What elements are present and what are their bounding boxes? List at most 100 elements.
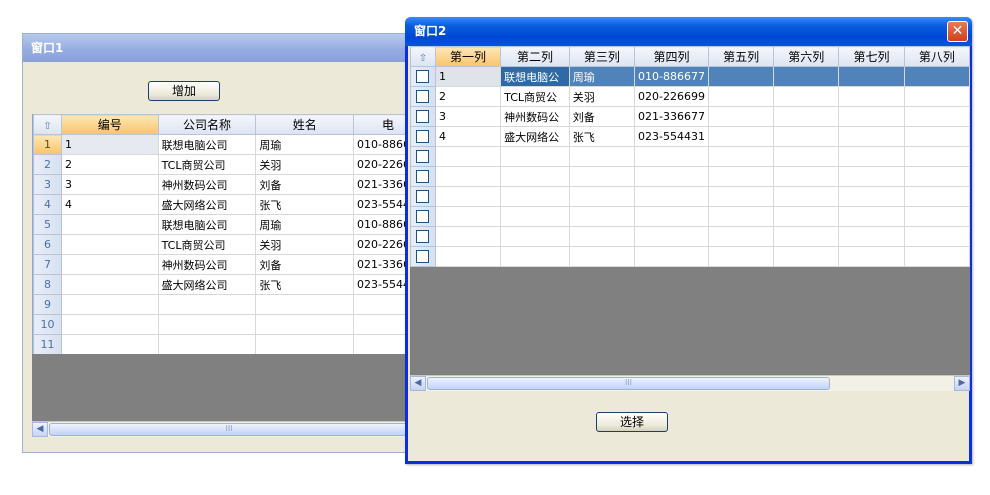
- table-cell[interactable]: [773, 246, 840, 267]
- table-cell[interactable]: 关羽: [255, 234, 355, 255]
- table-cell[interactable]: [633, 226, 709, 247]
- table-cell[interactable]: [838, 86, 905, 107]
- row-checkbox[interactable]: [410, 126, 436, 147]
- table-row[interactable]: [410, 186, 970, 207]
- table-cell[interactable]: [838, 206, 905, 227]
- checkbox-icon[interactable]: [416, 130, 430, 144]
- table-row[interactable]: 2 2 TCL商贸公司 关羽 020-2266: [33, 154, 423, 175]
- row-header[interactable]: 8: [33, 274, 62, 295]
- column-header-name[interactable]: 姓名: [255, 114, 355, 135]
- table-cell[interactable]: [568, 206, 635, 227]
- table-row[interactable]: 7 神州数码公司 刘备 021-3366: [33, 254, 423, 275]
- table-row[interactable]: [410, 246, 970, 267]
- grid-corner-sort-icon[interactable]: ⇧: [33, 114, 62, 135]
- table-cell[interactable]: 3: [434, 106, 502, 127]
- table-cell[interactable]: [255, 334, 355, 354]
- window-1-title[interactable]: 窗口1: [23, 34, 421, 62]
- column-header[interactable]: 第七列: [838, 46, 905, 67]
- column-header[interactable]: 第六列: [773, 46, 840, 67]
- table-cell[interactable]: 023-554431: [633, 126, 709, 147]
- table-cell[interactable]: 刘备: [255, 254, 355, 275]
- table-cell[interactable]: [157, 314, 257, 335]
- table-cell[interactable]: 周瑜: [255, 134, 355, 155]
- table-cell[interactable]: [903, 186, 970, 207]
- table-cell[interactable]: [568, 226, 635, 247]
- table-cell[interactable]: 张飞: [255, 274, 355, 295]
- scroll-left-icon[interactable]: ◀: [32, 422, 48, 437]
- window-2-title[interactable]: 窗口2 ✕: [405, 17, 972, 46]
- table-row[interactable]: 5 联想电脑公司 周瑜 010-8866: [33, 214, 423, 235]
- table-cell[interactable]: [434, 186, 502, 207]
- table-cell[interactable]: [773, 186, 840, 207]
- table-cell[interactable]: [773, 166, 840, 187]
- table-cell[interactable]: [838, 186, 905, 207]
- table-cell[interactable]: [500, 246, 570, 267]
- row-checkbox[interactable]: [410, 206, 436, 227]
- table-cell[interactable]: [773, 86, 840, 107]
- table-cell[interactable]: [838, 66, 905, 87]
- table-cell[interactable]: [838, 246, 905, 267]
- table-row[interactable]: 9: [33, 294, 423, 315]
- table-cell[interactable]: [838, 106, 905, 127]
- table-cell[interactable]: [633, 186, 709, 207]
- table-cell[interactable]: [500, 146, 570, 167]
- table-cell[interactable]: [568, 186, 635, 207]
- row-header[interactable]: 11: [33, 334, 62, 354]
- table-cell[interactable]: [707, 86, 775, 107]
- table-cell[interactable]: 刘备: [568, 106, 635, 127]
- table-cell[interactable]: 关羽: [568, 86, 635, 107]
- scroll-right-icon[interactable]: ▶: [954, 376, 970, 391]
- column-header[interactable]: 第八列: [903, 46, 970, 67]
- table-cell[interactable]: 021-336677: [633, 106, 709, 127]
- scroll-thumb[interactable]: III: [49, 423, 409, 436]
- table-cell[interactable]: [707, 126, 775, 147]
- table-cell[interactable]: [707, 226, 775, 247]
- table-cell[interactable]: [633, 146, 709, 167]
- table-cell[interactable]: [434, 226, 502, 247]
- row-checkbox[interactable]: [410, 226, 436, 247]
- checkbox-icon[interactable]: [416, 210, 430, 224]
- table-cell[interactable]: [60, 274, 159, 295]
- row-header[interactable]: 3: [33, 174, 62, 195]
- table-cell[interactable]: [903, 66, 970, 87]
- table-cell[interactable]: 联想电脑公司: [157, 214, 257, 235]
- table-cell[interactable]: [633, 206, 709, 227]
- row-header[interactable]: 7: [33, 254, 62, 275]
- checkbox-icon[interactable]: [416, 170, 430, 184]
- table-cell[interactable]: [157, 334, 257, 354]
- table-cell[interactable]: [903, 146, 970, 167]
- table-row[interactable]: 3 神州数码公 刘备 021-336677: [410, 106, 970, 127]
- table-cell[interactable]: 3: [60, 174, 159, 195]
- window-1-grid[interactable]: ⇧ 编号 公司名称 姓名 电 1 1 联想电脑公司 周瑜 010-8866 2 2 TCL商贸…: [32, 114, 423, 354]
- column-header-company[interactable]: 公司名称: [157, 114, 257, 135]
- table-cell[interactable]: [773, 106, 840, 127]
- table-row[interactable]: 1 1 联想电脑公司 周瑜 010-8866: [33, 134, 423, 155]
- table-cell[interactable]: [707, 246, 775, 267]
- checkbox-icon[interactable]: [416, 230, 430, 244]
- table-cell[interactable]: [903, 226, 970, 247]
- row-checkbox[interactable]: [410, 166, 436, 187]
- table-cell[interactable]: [60, 214, 159, 235]
- table-cell[interactable]: [500, 206, 570, 227]
- row-checkbox[interactable]: [410, 106, 436, 127]
- table-cell[interactable]: [633, 166, 709, 187]
- table-cell[interactable]: [838, 146, 905, 167]
- row-header[interactable]: 9: [33, 294, 62, 315]
- table-cell[interactable]: [838, 226, 905, 247]
- horizontal-scrollbar[interactable]: ◀ III: [32, 421, 422, 437]
- table-row[interactable]: [410, 146, 970, 167]
- table-cell[interactable]: [707, 166, 775, 187]
- table-cell[interactable]: [60, 314, 159, 335]
- row-header[interactable]: 2: [33, 154, 62, 175]
- table-cell[interactable]: 神州数码公司: [157, 254, 257, 275]
- checkbox-icon[interactable]: [416, 110, 430, 124]
- scroll-left-icon[interactable]: ◀: [410, 376, 426, 391]
- table-cell[interactable]: [568, 146, 635, 167]
- row-checkbox[interactable]: [410, 246, 436, 267]
- table-cell[interactable]: [60, 254, 159, 275]
- table-cell[interactable]: [255, 314, 355, 335]
- select-button[interactable]: 选择: [596, 412, 668, 432]
- table-cell[interactable]: 关羽: [255, 154, 355, 175]
- table-row[interactable]: 6 TCL商贸公司 关羽 020-2266: [33, 234, 423, 255]
- row-header[interactable]: 6: [33, 234, 62, 255]
